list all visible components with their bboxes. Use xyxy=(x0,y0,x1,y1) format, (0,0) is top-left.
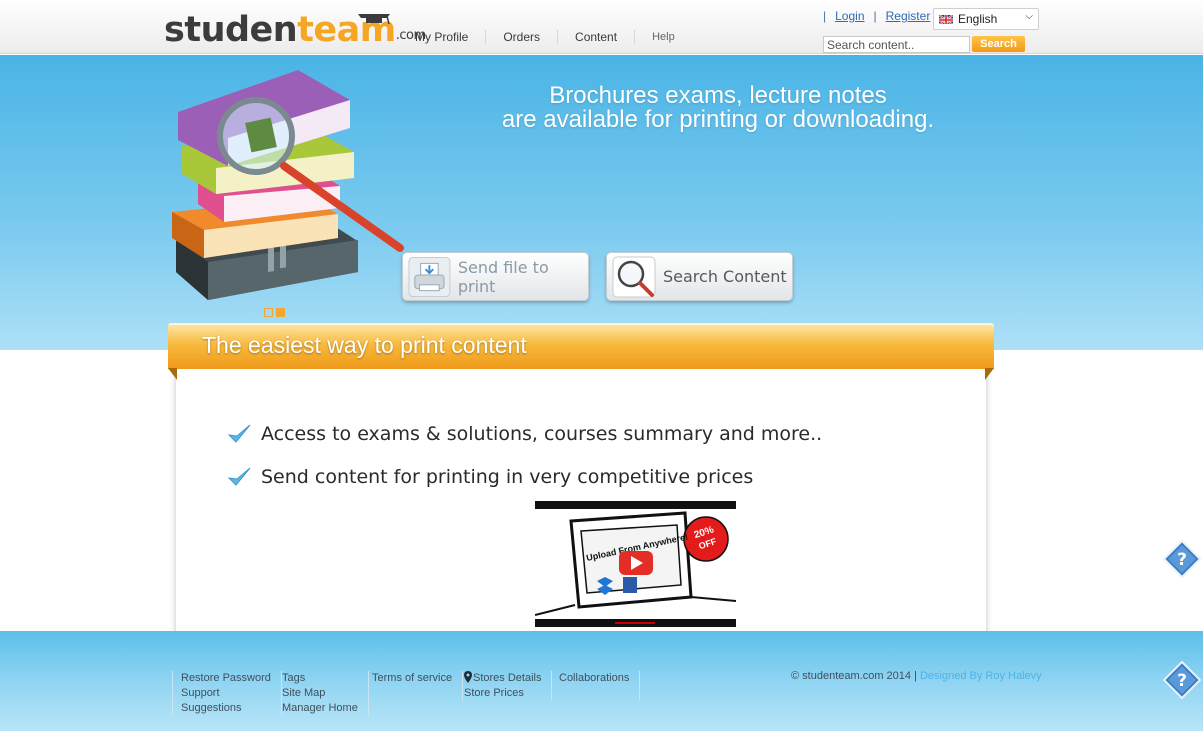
footer-column: Collaborations xyxy=(551,671,641,701)
feature-text: Send content for printing in very compet… xyxy=(261,466,754,488)
video-thumbnail: 20% OFF Upload From Anywhere! xyxy=(535,501,736,627)
footer-link-site-map[interactable]: Site Map xyxy=(282,686,358,701)
site-logo[interactable]: studenteam.com xyxy=(164,12,426,56)
send-file-button[interactable]: Send file to print xyxy=(402,252,589,301)
auth-links: | Login | Register xyxy=(823,9,939,23)
footer-link-support[interactable]: Support xyxy=(181,686,271,701)
footer-link-manager-home[interactable]: Manager Home xyxy=(282,701,358,716)
footer-link-stores-details-row[interactable]: Stores Details xyxy=(464,671,541,686)
nav-my-profile[interactable]: My Profile xyxy=(400,30,485,44)
top-header: studenteam.com My Profile Orders Content… xyxy=(0,0,1203,54)
language-select[interactable]: English ⌵ xyxy=(933,8,1039,30)
feature-item: Send content for printing in very compet… xyxy=(226,464,753,490)
footer-column: Terms of service xyxy=(364,671,464,701)
send-file-label: Send file to print xyxy=(457,257,549,296)
footer-column: Tags Site Map Manager Home xyxy=(274,671,369,716)
chevron-down-icon: ⌵ xyxy=(1025,11,1033,22)
copyright-text: © studenteam.com 2014 | xyxy=(791,670,917,682)
check-icon xyxy=(227,424,251,443)
footer-link-stores-details: Stores Details xyxy=(473,672,542,684)
designer-credit-link[interactable]: Designed By Roy Halevy xyxy=(920,670,1042,682)
check-icon xyxy=(227,467,251,486)
uk-flag-icon xyxy=(939,14,953,24)
language-value: English xyxy=(958,12,998,26)
footer-link-tags[interactable]: Tags xyxy=(282,671,358,686)
logo-text-part1: studen xyxy=(164,10,298,50)
books-magnifier-illustration xyxy=(172,70,404,300)
slider-dot-2[interactable] xyxy=(276,308,285,317)
search-content-label: Search Content xyxy=(663,267,787,286)
footer-link-store-prices[interactable]: Store Prices xyxy=(464,686,541,701)
feature-item: Access to exams & solutions, courses sum… xyxy=(226,421,822,447)
copyright: © studenteam.com 2014 | Designed By Roy … xyxy=(791,670,1042,682)
register-link[interactable]: Register xyxy=(886,9,931,23)
login-link[interactable]: Login xyxy=(835,9,864,23)
footer-link-restore-password[interactable]: Restore Password xyxy=(181,671,271,686)
nav-orders[interactable]: Orders xyxy=(485,30,557,44)
ribbon-fold-right xyxy=(985,368,994,380)
auth-divider: | xyxy=(823,9,827,23)
graduation-cap-icon xyxy=(358,14,390,25)
map-pin-icon xyxy=(464,671,472,683)
nav-content[interactable]: Content xyxy=(557,30,634,44)
footer-link-terms[interactable]: Terms of service xyxy=(372,671,452,686)
help-question-icon[interactable]: ? xyxy=(1163,540,1201,578)
slider-dot-1[interactable] xyxy=(264,308,273,317)
slider-dots xyxy=(264,308,285,317)
search-input[interactable] xyxy=(823,36,970,53)
main-nav: My Profile Orders Content Help xyxy=(400,30,692,44)
search-button[interactable]: Search xyxy=(972,36,1025,52)
hero-headline: Brochures exams, lecture notes are avail… xyxy=(458,84,978,132)
ribbon-fold-left xyxy=(168,368,177,380)
footer-link-suggestions[interactable]: Suggestions xyxy=(181,701,271,716)
ribbon-title: The easiest way to print content xyxy=(202,332,527,358)
magnifier-icon xyxy=(612,256,656,297)
search-content-button[interactable]: Search Content xyxy=(606,252,793,301)
auth-divider: | xyxy=(873,9,877,23)
feature-text: Access to exams & solutions, courses sum… xyxy=(261,423,823,445)
footer-link-collaborations[interactable]: Collaborations xyxy=(559,671,629,686)
footer-column: Restore Password Support Suggestions xyxy=(172,671,282,716)
printer-icon xyxy=(408,256,451,297)
svg-text:?: ? xyxy=(1177,550,1187,570)
promo-video[interactable]: 20% OFF Upload From Anywhere! xyxy=(535,501,736,627)
nav-help[interactable]: Help xyxy=(634,30,692,44)
svg-text:?: ? xyxy=(1177,671,1187,691)
hero-headline-line2: are available for printing or downloadin… xyxy=(501,106,935,133)
footer-column: Stores Details Store Prices xyxy=(456,671,553,701)
help-question-icon[interactable]: ? xyxy=(1163,661,1201,699)
hero-headline-line1: Brochures exams, lecture notes xyxy=(549,82,887,109)
